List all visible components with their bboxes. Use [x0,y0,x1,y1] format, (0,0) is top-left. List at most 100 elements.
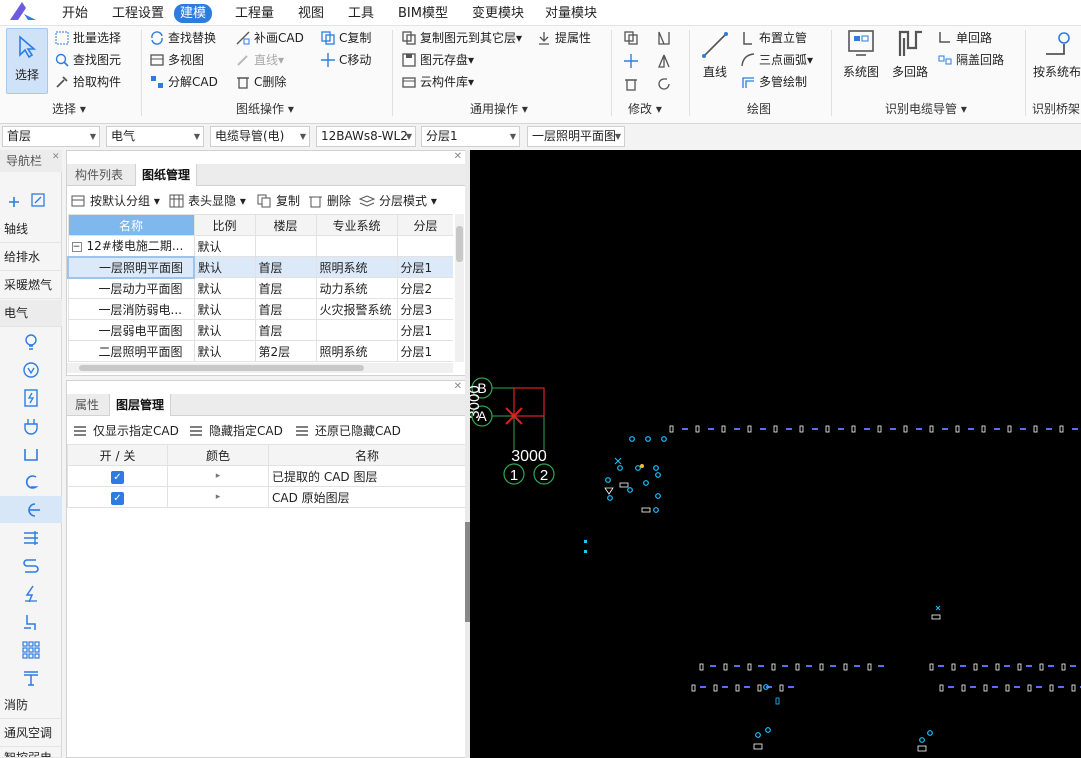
pick-component-button[interactable]: 拾取构件 [54,72,121,92]
table-row[interactable]: 一层弱电平面图 默认 首层 分层1 [67,319,453,341]
nav-item-lighting[interactable] [0,328,62,355]
nav-item-socket[interactable] [0,412,62,439]
table-row[interactable]: 一层动力平面图 默认 首层 动力系统 分层2 [67,277,453,299]
system-diagram-button[interactable]: 系统图 [840,28,882,80]
tab-layer-management[interactable]: 图层管理 [109,394,172,416]
rotate-tool-icon[interactable] [656,76,672,92]
move-tool-icon[interactable] [623,53,639,69]
column-header-color[interactable]: 颜色 [167,444,269,466]
nav-item-wire[interactable] [0,552,62,579]
hide-cad-button[interactable]: 隐藏指定CAD [189,421,283,441]
column-header-on-off[interactable]: 开 / 关 [67,444,168,466]
single-loop-button[interactable]: 单回路 [937,28,992,48]
layer-visibility-checkbox[interactable]: ✓ [111,491,124,505]
multi-view-button[interactable]: 多视图 [149,50,204,70]
nav-category-electrical[interactable]: 电气 [0,300,62,327]
add-icon[interactable] [6,194,22,208]
drawing-select[interactable]: 一层照明平面图 ▼ [527,126,625,147]
nav-item-panel[interactable] [0,384,62,411]
menu-modeling[interactable]: 建模 [174,4,213,23]
delete-drawing-button[interactable]: 删除 [308,191,351,211]
find-replace-button[interactable]: 查找替换 [149,28,216,48]
tab-properties[interactable]: 属性 [69,394,105,416]
component-type-select[interactable]: 电缆导管(电) ▼ [210,126,310,147]
group-default-button[interactable]: 按默认分组 ▾ [71,191,160,211]
nav-item-bus[interactable] [0,524,62,551]
mirror-tool-icon[interactable] [656,30,672,46]
table-row[interactable]: −12#楼电施二期... 默认 [67,235,453,257]
copy-to-floor-button[interactable]: 复制图元到其它层 ▾ [401,28,522,48]
scrollbar-thumb[interactable] [456,226,463,262]
restore-cad-button[interactable]: 还原已隐藏CAD [295,421,401,441]
menu-bim-model[interactable]: BIM模型 [392,4,454,23]
scrollbar-thumb[interactable] [79,365,364,371]
three-point-arc-button[interactable]: 三点画弧 ▾ [740,50,813,70]
nav-item-fitting[interactable] [0,608,62,635]
column-header-floor[interactable]: 楼层 [254,214,317,236]
menu-view[interactable]: 视图 [292,4,330,23]
line-button-disabled[interactable]: 直线 ▾ [235,50,284,70]
nav-item-grid[interactable] [0,636,62,663]
copy-tool-icon[interactable] [623,30,639,46]
by-system-button[interactable]: 按系统布 [1033,28,1081,80]
vertical-scrollbar[interactable] [455,214,464,362]
close-icon[interactable]: ✕ [454,151,462,162]
tab-component-list[interactable]: 构件列表 [69,164,129,186]
menu-tools[interactable]: 工具 [342,4,380,23]
column-header-layer-name[interactable]: 名称 [268,444,466,466]
cad-canvas[interactable]: B A 3000 3000 1 2 [470,150,1081,758]
column-header-name[interactable]: 名称 [67,214,195,236]
layer-mode-button[interactable]: 分层模式 ▾ [358,191,437,211]
c-copy-button[interactable]: C复制 [320,28,371,48]
close-icon[interactable]: ✕ [52,152,60,162]
batch-select-button[interactable]: 批量选择 [54,28,121,48]
c-move-button[interactable]: C移动 [320,50,371,70]
horizontal-scrollbar[interactable] [67,363,453,373]
table-row[interactable]: ✓ ▸ 已提取的 CAD 图层 [67,465,466,487]
table-row[interactable]: 二层照明平面图 默认 第2层 照明系统 分层1 [67,340,453,362]
discipline-select[interactable]: 电气 ▼ [106,126,204,147]
layer-select[interactable]: 分层1 ▼ [421,126,520,147]
delete-tool-icon[interactable] [623,76,639,92]
edit-icon[interactable] [30,192,46,208]
c-delete-button[interactable]: C删除 [235,72,286,92]
column-header-system[interactable]: 专业系统 [315,214,398,236]
nav-item-conduit[interactable] [0,496,62,523]
column-header-layer[interactable]: 分层 [396,214,453,236]
menu-change-module[interactable]: 变更模块 [466,4,530,23]
multi-pipe-button[interactable]: 多管绘制 [740,72,807,92]
menu-project-settings[interactable]: 工程设置 [106,4,170,23]
nav-item-support[interactable] [0,664,62,691]
nav-item-cable[interactable] [0,468,62,495]
column-header-scale[interactable]: 比例 [193,214,256,236]
nav-category-smart[interactable]: 智控弱电 [0,748,62,758]
extract-attr-button[interactable]: 提属性 [536,28,591,48]
save-element-button[interactable]: 图元存盘 ▾ [401,50,474,70]
tab-drawing-management[interactable]: 图纸管理 [135,164,198,186]
table-row[interactable]: 一层照明平面图 默认 首层 照明系统 分层1 [67,255,453,279]
supplement-cad-button[interactable]: 补画CAD [235,28,304,48]
select-button[interactable]: 选择 [6,28,48,94]
menu-start[interactable]: 开始 [56,4,94,23]
layer-visibility-checkbox[interactable]: ✓ [111,470,124,484]
menu-compare-module[interactable]: 对量模块 [539,4,603,23]
menu-quantity[interactable]: 工程量 [229,4,280,23]
find-element-button[interactable]: 查找图元 [54,50,121,70]
riser-button[interactable]: 布置立管 [740,28,807,48]
close-icon[interactable]: ✕ [454,381,462,392]
table-row[interactable]: ✓ ▸ CAD 原始图层 [67,486,466,508]
decompose-cad-button[interactable]: 分解CAD [149,72,218,92]
header-toggle-button[interactable]: 表头显隐 ▾ [169,191,246,211]
nav-category-heating[interactable]: 采暖燃气 [0,272,62,299]
component-select[interactable]: 12BAWs8-WL2 ▼ [316,126,416,147]
hidden-loop-button[interactable]: 隔盖回路 [937,50,1004,70]
layer-color-cell[interactable]: ▸ [167,465,269,487]
nav-category-hvac[interactable]: 通风空调 [0,720,62,747]
table-row[interactable]: 一层消防弱电... 默认 首层 火灾报警系统 分层3 [67,298,453,320]
layer-color-cell[interactable]: ▸ [167,486,269,508]
flip-tool-icon[interactable] [656,53,672,69]
nav-item-grounding[interactable] [0,580,62,607]
nav-category-fire[interactable]: 消防 [0,692,62,719]
floor-select[interactable]: 首层 ▼ [2,126,100,147]
draw-line-button[interactable]: 直线 [697,30,733,80]
